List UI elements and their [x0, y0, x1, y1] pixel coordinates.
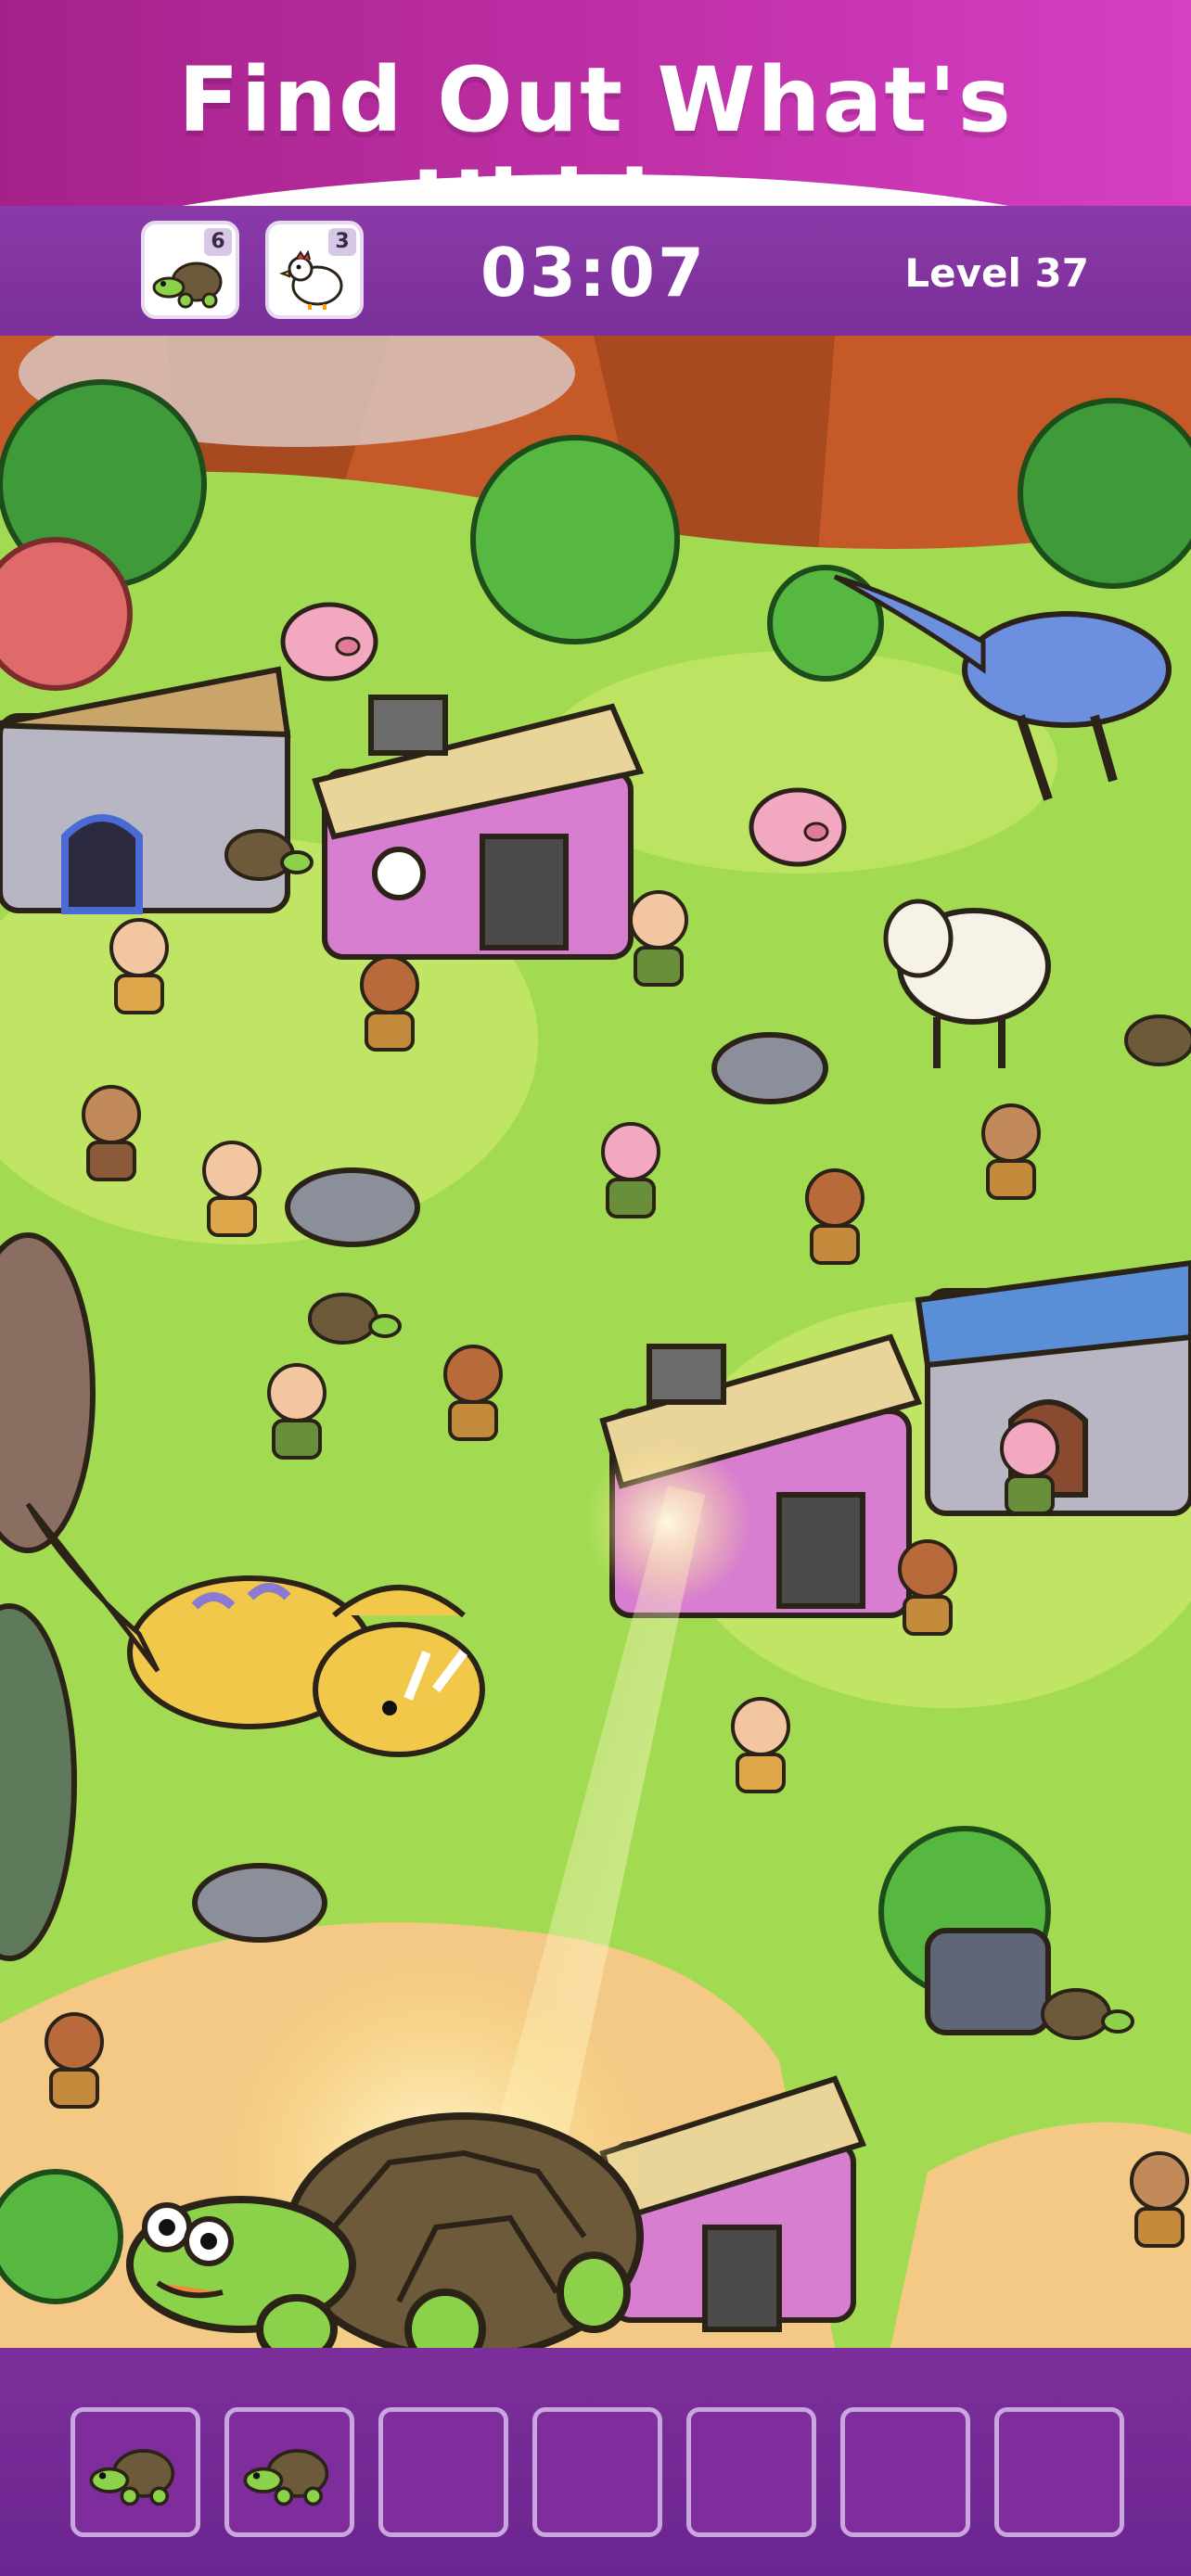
villager [898, 1539, 957, 1636]
villager [731, 1697, 790, 1793]
turtle-icon [89, 2449, 175, 2506]
villager [981, 1103, 1041, 1200]
turtle-icon [152, 261, 223, 309]
tray-slot-empty [840, 2407, 970, 2537]
game-scene[interactable] [0, 336, 1191, 2348]
hut [915, 1259, 1191, 1516]
sparkle-glow [584, 1439, 751, 1606]
villager [1000, 1419, 1059, 1515]
rock [925, 1928, 1051, 2035]
villager [1130, 2151, 1189, 2248]
villager [443, 1345, 503, 1441]
triceratops [313, 1585, 485, 1757]
tray-slot-empty [994, 2407, 1124, 2537]
villager [601, 1122, 660, 1218]
rock [711, 1032, 828, 1104]
pink-bush [0, 537, 133, 691]
bush [0, 2169, 123, 2304]
bush [470, 435, 680, 644]
target-turtle-chip[interactable]: 6 [141, 221, 239, 319]
villager [267, 1363, 327, 1460]
collection-tray [0, 2348, 1191, 2576]
level-indicator: Level 37 [904, 250, 1089, 296]
villager [82, 1085, 141, 1181]
villager [360, 955, 419, 1052]
pig [749, 787, 847, 867]
header-banner: Find Out What's Hidden [0, 0, 1191, 304]
turtle-icon [243, 2449, 329, 2506]
chicken-icon [279, 250, 343, 310]
tree [1018, 398, 1191, 589]
rock [285, 1167, 420, 1247]
rock [192, 1863, 327, 1943]
tray-slot [224, 2407, 354, 2537]
villager [629, 890, 688, 987]
villager [202, 1141, 262, 1237]
tray-slot [70, 2407, 200, 2537]
hidden-turtle [1124, 1014, 1191, 1066]
hidden-object-scene[interactable] [0, 336, 1191, 2348]
villager [109, 918, 169, 1014]
villager [805, 1168, 864, 1265]
timer: 03:07 [480, 234, 708, 312]
tray-slot-empty [532, 2407, 662, 2537]
tray-slot-empty [686, 2407, 816, 2537]
villager [45, 2012, 104, 2109]
hud-bar: 6 3 03:07 Level 37 [0, 206, 1191, 336]
pig [280, 602, 378, 682]
target-chicken-chip[interactable]: 3 [265, 221, 364, 319]
tray-slot-empty [378, 2407, 508, 2537]
